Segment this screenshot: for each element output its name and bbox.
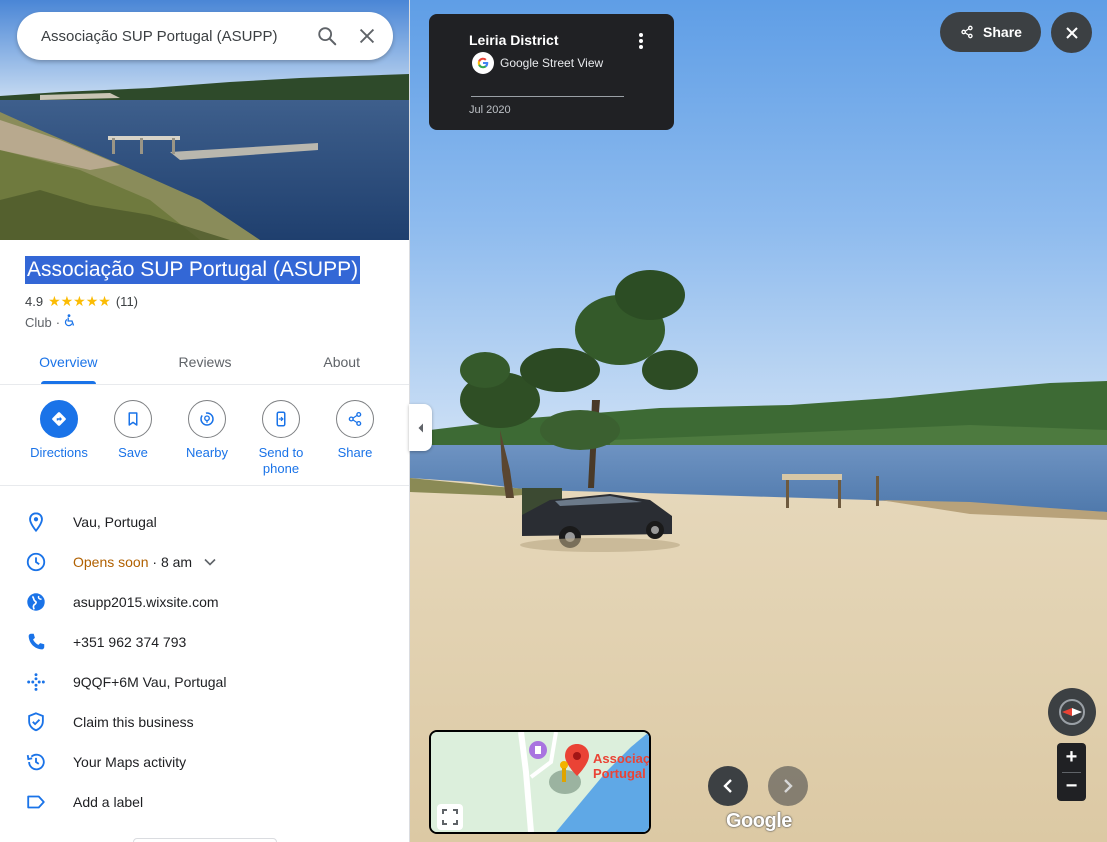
place-title: Associação SUP Portugal (ASUPP)	[25, 256, 361, 284]
chevron-left-icon	[723, 779, 732, 793]
hours-separator: ·	[148, 554, 161, 570]
minimap[interactable]: Associaç Portugal	[429, 730, 651, 834]
street-view-info-card: Leiria District Google Street View Jul 2…	[429, 14, 674, 130]
zoom-in-button[interactable]: +	[1057, 743, 1086, 772]
wheelchair-icon[interactable]	[64, 314, 76, 330]
star-rating-icon: ★★★★★	[48, 293, 111, 309]
save-label: Save	[118, 445, 148, 460]
rating-value: 4.9	[25, 294, 44, 309]
website-row[interactable]: asupp2015.wixsite.com	[0, 582, 409, 622]
close-streetview-button[interactable]	[1051, 12, 1092, 53]
globe-icon	[0, 591, 73, 613]
minimap-map	[431, 732, 649, 832]
claim-business-text: Claim this business	[73, 714, 194, 730]
website-link[interactable]: asupp2015.wixsite.com	[73, 594, 219, 610]
streetview-location[interactable]: Leiria District	[469, 32, 558, 48]
claim-business-row[interactable]: Claim this business	[0, 702, 409, 742]
previous-image-button[interactable]	[708, 766, 748, 806]
send-to-phone-icon	[262, 400, 300, 438]
bookmark-icon	[114, 400, 152, 438]
minimap-label-line1: Associaç	[593, 751, 651, 766]
nearby-button[interactable]: Nearby	[170, 400, 244, 477]
plus-code-icon	[0, 671, 73, 693]
chevron-down-icon[interactable]	[204, 553, 216, 571]
location-pin-icon	[0, 511, 73, 533]
zoom-control: + −	[1057, 743, 1086, 801]
hours-row[interactable]: Opens soon · 8 am	[0, 542, 409, 582]
collapse-panel-button[interactable]	[409, 404, 432, 451]
plus-code-row[interactable]: 9QQF+6M Vau, Portugal	[0, 662, 409, 702]
category-label[interactable]: Club	[25, 315, 52, 330]
expand-icon[interactable]	[437, 804, 463, 830]
phone-number[interactable]: +351 962 374 793	[73, 634, 186, 650]
minimap-label-line2: Portugal	[593, 766, 646, 781]
tab-reviews[interactable]: Reviews	[137, 340, 274, 384]
close-icon	[1065, 26, 1078, 39]
google-logo: Google	[726, 810, 792, 832]
panel-drag-handle[interactable]	[133, 838, 277, 842]
streetview-share-button[interactable]: Share	[940, 12, 1041, 52]
hours-status: Opens soon	[73, 554, 149, 570]
next-image-button[interactable]	[768, 766, 808, 806]
directions-button[interactable]: Directions	[22, 400, 96, 477]
place-info-list: Vau, Portugal Opens soon · 8 am asupp201…	[0, 502, 409, 822]
maps-window: Associação SUP Portugal (ASUPP) Associaç…	[0, 0, 1107, 842]
share-button-label: Share	[983, 24, 1022, 40]
rating-summary[interactable]: 4.9 ★★★★★ (11)	[25, 293, 138, 310]
street-view-panorama[interactable]: Leiria District Google Street View Jul 2…	[410, 0, 1107, 842]
clock-icon	[0, 551, 73, 573]
save-button[interactable]: Save	[96, 400, 170, 477]
maps-activity-row[interactable]: Your Maps activity	[0, 742, 409, 782]
label-icon	[0, 791, 73, 813]
chevron-right-icon	[784, 779, 793, 793]
category-separator: ·	[55, 314, 61, 330]
action-buttons: Directions Save Nearby Send to phone Sha…	[22, 400, 392, 477]
compass-icon	[1059, 699, 1085, 725]
place-panel: Associação SUP Portugal (ASUPP) Associaç…	[0, 0, 410, 842]
maps-activity-text: Your Maps activity	[73, 754, 187, 770]
section-divider	[0, 485, 409, 486]
directions-label: Directions	[30, 445, 88, 460]
minimap-place-label: Associaç Portugal	[593, 751, 651, 781]
share-button[interactable]: Share	[318, 400, 392, 477]
directions-icon	[40, 400, 78, 438]
capture-date[interactable]: Jul 2020	[469, 104, 511, 116]
share-label: Share	[337, 445, 373, 460]
close-icon[interactable]	[347, 16, 387, 56]
send-to-phone-button[interactable]: Send to phone	[244, 400, 318, 477]
nearby-icon	[188, 400, 226, 438]
zoom-divider	[1062, 772, 1081, 773]
hours-time: 8 am	[160, 554, 193, 570]
share-icon	[336, 400, 374, 438]
add-label-text: Add a label	[73, 794, 144, 810]
plus-code-text: 9QQF+6M Vau, Portugal	[73, 674, 227, 690]
place-tabs: Overview Reviews About	[0, 340, 409, 385]
add-label-row[interactable]: Add a label	[0, 782, 409, 822]
search-box[interactable]: Associação SUP Portugal (ASUPP)	[17, 12, 393, 60]
phone-row[interactable]: +351 962 374 793	[0, 622, 409, 662]
compass-control[interactable]	[1048, 688, 1096, 736]
hours-text: Opens soon · 8 am	[73, 554, 192, 570]
phone-icon	[0, 631, 73, 653]
tab-overview[interactable]: Overview	[0, 340, 137, 384]
send-to-phone-label: Send to phone	[258, 445, 304, 476]
google-g-icon	[472, 52, 494, 74]
search-icon[interactable]	[307, 16, 347, 56]
more-vert-icon[interactable]	[634, 32, 648, 54]
caret-left-icon	[418, 423, 423, 432]
provider-label: Google Street View	[500, 56, 604, 70]
nearby-label: Nearby	[186, 445, 228, 460]
search-input[interactable]: Associação SUP Portugal (ASUPP)	[41, 28, 307, 45]
verified-shield-icon	[0, 711, 73, 733]
address-text: Vau, Portugal	[73, 514, 157, 530]
share-icon	[961, 25, 973, 39]
tab-about[interactable]: About	[273, 340, 409, 384]
info-card-divider	[471, 96, 624, 97]
address-row[interactable]: Vau, Portugal	[0, 502, 409, 542]
review-count[interactable]: (11)	[116, 294, 138, 309]
history-icon	[0, 751, 73, 773]
zoom-out-button[interactable]: −	[1057, 772, 1086, 801]
place-category: Club ·	[25, 314, 76, 330]
street-view-provider: Google Street View	[472, 52, 603, 74]
